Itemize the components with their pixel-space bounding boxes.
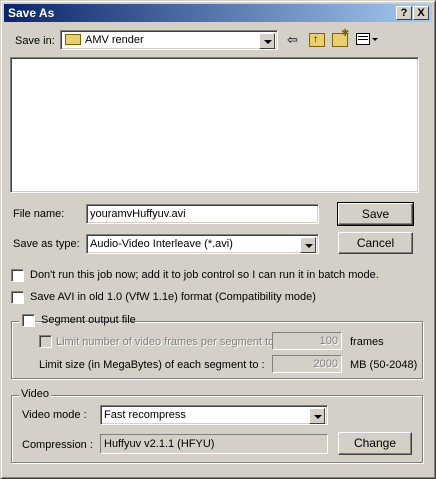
chevron-down-icon[interactable] xyxy=(309,408,325,424)
cancel-button[interactable]: Cancel xyxy=(338,232,413,254)
chevron-down-icon[interactable] xyxy=(259,33,275,49)
save-as-type-label: Save as type: xyxy=(13,238,80,250)
compression-value: Huffyuv v2.1.1 (HFYU) xyxy=(104,438,215,450)
limit-frames-value: 100 xyxy=(319,335,338,347)
video-mode-label: Video mode : xyxy=(22,409,87,421)
video-mode-combo[interactable]: Fast recompress xyxy=(100,405,328,425)
save-in-label: Save in: xyxy=(15,35,55,47)
help-button[interactable]: ? xyxy=(396,6,412,20)
segment-label: Segment output file xyxy=(41,314,136,326)
segment-header: Segment output file xyxy=(19,313,136,327)
video-mode-value: Fast recompress xyxy=(104,409,186,421)
new-folder-icon[interactable]: ✱ xyxy=(332,28,349,47)
file-name-value: youramvHuffyuv.avi xyxy=(90,208,186,220)
limit-size-input[interactable]: 2000 xyxy=(272,355,342,373)
limit-frames-unit: frames xyxy=(350,336,384,348)
save-in-combo[interactable]: AMV render xyxy=(60,30,278,50)
video-group-label: Video xyxy=(19,388,51,400)
file-name-input[interactable]: youramvHuffyuv.avi xyxy=(86,204,319,224)
compression-label: Compression : xyxy=(22,439,93,451)
limit-size-unit: MB (50-2048) xyxy=(350,359,418,371)
limit-size-label: Limit size (in MegaBytes) of each segmen… xyxy=(39,359,265,371)
back-icon[interactable]: ⇦ xyxy=(287,33,303,47)
limit-frames-input[interactable]: 100 xyxy=(272,332,342,350)
save-in-value: AMV render xyxy=(85,34,144,46)
save-button[interactable]: Save xyxy=(337,202,414,226)
up-folder-icon[interactable]: ↑ xyxy=(309,33,325,47)
file-name-label: File name: xyxy=(13,208,65,220)
chevron-down-icon[interactable] xyxy=(300,237,316,253)
old-avi-label: Save AVI in old 1.0 (VfW 1.1e) format (C… xyxy=(30,291,316,303)
window-title: Save As xyxy=(8,6,55,20)
limit-size-value: 2000 xyxy=(313,358,338,370)
compression-field: Huffyuv v2.1.1 (HFYU) xyxy=(100,434,328,454)
folder-icon xyxy=(65,34,81,45)
change-button[interactable]: Change xyxy=(338,432,412,455)
limit-frames-label: Limit number of video frames per segment… xyxy=(56,336,275,348)
batch-mode-label: Don't run this job now; add it to job co… xyxy=(30,269,379,281)
save-as-dialog: Save As ? X Save in: AMV render ⇦ ↑ ✱ Fi… xyxy=(0,0,436,479)
save-as-type-value: Audio-Video Interleave (*.avi) xyxy=(90,238,233,250)
title-bar: Save As ? X xyxy=(4,4,432,22)
segment-checkbox[interactable] xyxy=(22,314,35,327)
view-menu-icon[interactable] xyxy=(356,33,378,47)
file-list[interactable] xyxy=(10,57,419,193)
limit-frames-checkbox[interactable] xyxy=(39,335,52,348)
save-as-type-combo[interactable]: Audio-Video Interleave (*.avi) xyxy=(86,234,319,254)
old-avi-checkbox[interactable] xyxy=(11,291,24,304)
batch-mode-checkbox[interactable] xyxy=(11,269,24,282)
close-button[interactable]: X xyxy=(413,6,429,20)
